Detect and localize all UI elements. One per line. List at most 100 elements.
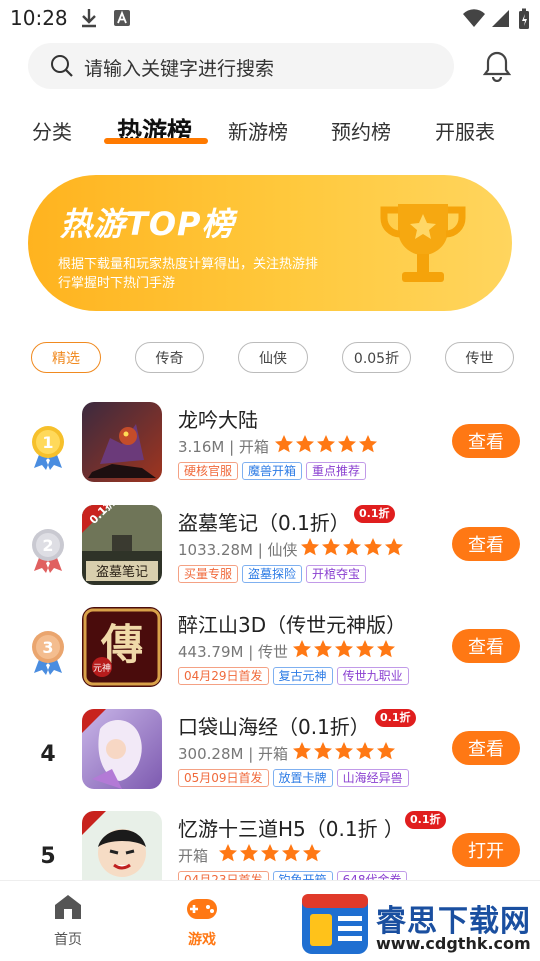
- watermark-url: www.cdgthk.com: [376, 934, 531, 953]
- game-size-category: 3.16M | 开箱: [178, 438, 269, 456]
- svg-text:元神: 元神: [93, 662, 111, 674]
- game-icon[interactable]: [82, 811, 162, 891]
- watermark-logo: [302, 894, 368, 954]
- nav-home[interactable]: 首页: [28, 893, 108, 949]
- star-icon: [385, 538, 403, 556]
- game-tag: 放置卡牌: [272, 769, 333, 787]
- chip-featured[interactable]: 精选: [31, 342, 101, 373]
- search-icon: [51, 55, 73, 77]
- star-icon: [335, 742, 353, 760]
- game-tag: 硬核官服: [178, 462, 239, 480]
- rank-medal-bronze: 3: [28, 629, 68, 675]
- rating-stars: [274, 434, 379, 454]
- nav-home-label: 首页: [54, 932, 82, 948]
- game-row[interactable]: 4 口袋山海经（0.1折） 0.1折 300.28M | 开箱 05月09日首发…: [0, 709, 540, 809]
- search-bar[interactable]: 请输入关键字进行搜索: [28, 43, 454, 89]
- game-tag: 复古元神: [272, 667, 333, 685]
- site-watermark: 睿思下载网 www.cdgthk.com: [296, 886, 540, 961]
- tab-reservation[interactable]: 预约榜: [331, 116, 391, 145]
- rank-medal-silver: 2: [28, 527, 68, 573]
- star-icon: [293, 742, 311, 760]
- view-button[interactable]: 查看: [452, 527, 520, 561]
- nav-games-label: 游戏: [188, 932, 216, 948]
- star-icon: [261, 844, 279, 862]
- chip-discount[interactable]: 0.05折: [342, 342, 411, 373]
- category-tabs: 分类 热游榜 新游榜 预约榜 开服表: [0, 110, 540, 152]
- game-tags: 买量专服 盗墓探险 开棺夺宝: [178, 565, 370, 583]
- game-title[interactable]: 口袋山海经（0.1折）: [178, 711, 370, 740]
- game-title[interactable]: 龙吟大陆: [178, 404, 258, 433]
- tab-category[interactable]: 分类: [32, 116, 72, 145]
- star-icon: [275, 435, 293, 453]
- star-icon: [356, 640, 374, 658]
- star-icon: [301, 538, 319, 556]
- app-notification-icon: [114, 10, 130, 26]
- game-title[interactable]: 醉江山3D（传世元神版）: [178, 609, 406, 638]
- rank-medal-gold: 1: [28, 424, 68, 470]
- tab-new-games[interactable]: 新游榜: [228, 116, 288, 145]
- download-icon: [82, 9, 96, 28]
- game-tag: 传世九职业: [336, 667, 409, 685]
- game-icon[interactable]: 傳元神: [82, 607, 162, 687]
- chip-legend[interactable]: 传奇: [135, 342, 204, 373]
- game-tag: 重点推荐: [306, 462, 367, 480]
- game-row[interactable]: 3 傳元神 醉江山3D（传世元神版） 443.79M | 传世 04月29日首发…: [0, 607, 540, 707]
- view-button[interactable]: 查看: [452, 731, 520, 765]
- star-icon: [296, 435, 314, 453]
- star-icon: [377, 742, 395, 760]
- game-title[interactable]: 忆游十三道H5（0.1折 ）: [178, 813, 404, 842]
- game-category: 开箱: [178, 847, 209, 865]
- star-icon: [335, 640, 353, 658]
- hot-top-banner[interactable]: 热游TOP榜 根据下载量和玩家热度计算得出，关注热游排行掌握时下热门手游: [28, 175, 512, 311]
- star-icon: [282, 844, 300, 862]
- rating-stars: [218, 843, 323, 863]
- star-icon: [303, 844, 321, 862]
- game-icon[interactable]: [82, 402, 162, 482]
- nav-games[interactable]: 游戏: [162, 893, 242, 949]
- star-icon: [219, 844, 237, 862]
- game-tag: 盗墓探险: [242, 565, 303, 583]
- wifi-icon: [463, 9, 485, 27]
- game-size-category: 443.79M | 传世: [178, 643, 289, 661]
- active-tab-indicator: [104, 138, 208, 144]
- chip-xianxia[interactable]: 仙侠: [238, 342, 308, 373]
- open-button[interactable]: 打开: [452, 833, 520, 867]
- svg-text:盗墓笔记: 盗墓笔记: [96, 564, 148, 580]
- game-title[interactable]: 盗墓笔记（0.1折）: [178, 507, 350, 536]
- game-tag: 05月09日首发: [178, 769, 269, 787]
- status-bar: 10:28: [0, 0, 540, 36]
- status-time: 10:28: [10, 6, 68, 30]
- star-icon: [314, 640, 332, 658]
- view-button[interactable]: 查看: [452, 629, 520, 663]
- game-icon[interactable]: 0.1折 盗墓笔记: [82, 505, 162, 585]
- star-icon: [322, 538, 340, 556]
- star-icon: [338, 435, 356, 453]
- game-size-category: 300.28M | 开箱: [178, 745, 289, 763]
- banner-title: 热游TOP榜: [60, 205, 235, 243]
- tab-server-schedule[interactable]: 开服表: [435, 116, 495, 145]
- chip-chuanshi[interactable]: 传世: [445, 342, 514, 373]
- svg-text:1: 1: [42, 433, 53, 452]
- star-icon: [293, 640, 311, 658]
- rating-stars: [292, 741, 397, 761]
- view-button[interactable]: 查看: [452, 424, 520, 458]
- star-icon: [314, 742, 332, 760]
- svg-text:3: 3: [42, 638, 53, 657]
- rating-stars: [300, 537, 405, 557]
- game-row[interactable]: 1 龙吟大陆 3.16M | 开箱 硬核官服 魔兽开箱 重点推荐 查看: [0, 402, 540, 502]
- battery-icon: [519, 8, 529, 29]
- game-tag: 山海经异兽: [336, 769, 409, 787]
- game-icon[interactable]: [82, 709, 162, 789]
- rank-number: 5: [40, 843, 56, 869]
- rank-number: 4: [40, 741, 56, 767]
- game-size-category: 1033.28M | 仙侠: [178, 541, 298, 559]
- discount-badge: 0.1折: [375, 709, 416, 727]
- game-tags: 04月29日首发 复古元神 传世九职业: [178, 667, 413, 685]
- search-input[interactable]: 请输入关键字进行搜索: [84, 54, 274, 81]
- bell-icon[interactable]: [482, 50, 512, 82]
- svg-text:2: 2: [42, 536, 53, 555]
- star-icon: [356, 742, 374, 760]
- star-icon: [343, 538, 361, 556]
- game-row[interactable]: 2 0.1折 盗墓笔记 盗墓笔记（0.1折） 0.1折 1033.28M | 仙侠…: [0, 505, 540, 605]
- filter-chips: 精选 传奇 仙侠 0.05折 传世: [0, 342, 540, 376]
